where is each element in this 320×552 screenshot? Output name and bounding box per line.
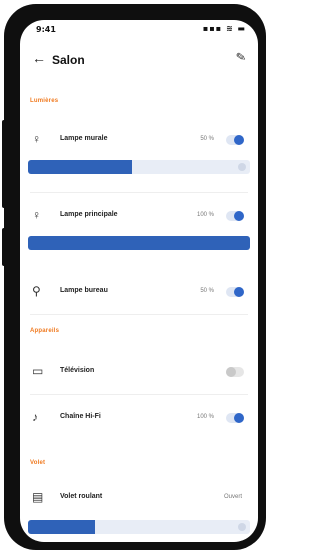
desk-lamp-icon: ⚲	[32, 284, 41, 298]
device-toggle[interactable]	[226, 367, 244, 377]
status-icons: ▪▪▪ ≋ ▬	[202, 24, 246, 33]
device-label: Lampe bureau	[60, 287, 108, 294]
phone-frame: 9:41 ▪▪▪ ≋ ▬ ← Salon ✎ Lumières ♀ Lampe …	[4, 4, 266, 550]
lightbulb-icon: ♀	[32, 132, 41, 146]
device-row-volet-roulant[interactable]: ▤ Volet roulant Ouvert	[20, 484, 258, 514]
tv-icon: ▭	[32, 364, 44, 378]
device-label: Lampe murale	[60, 135, 108, 142]
device-row-television[interactable]: ▭ Télévision	[20, 358, 258, 388]
section-heading-devices: Appareils	[30, 328, 60, 334]
screen: 9:41 ▪▪▪ ≋ ▬ ← Salon ✎ Lumières ♀ Lampe …	[20, 20, 258, 542]
speaker-icon: ♪	[32, 410, 38, 424]
device-value: 100 %	[196, 212, 214, 218]
toggle-knob	[234, 287, 244, 297]
side-button	[2, 120, 6, 208]
device-toggle[interactable]	[226, 135, 244, 145]
brightness-slider-lampe-murale[interactable]	[28, 160, 250, 174]
device-value: 100 %	[196, 414, 214, 420]
section-heading-lights: Lumières	[30, 98, 59, 104]
lightbulb-icon: ♀	[32, 208, 41, 222]
slider-end	[238, 523, 246, 531]
shutter-icon: ▤	[32, 490, 44, 504]
section-heading-blinds: Volet	[30, 460, 46, 466]
slider-end	[238, 163, 246, 171]
divider	[30, 192, 248, 193]
slider-fill	[28, 160, 133, 174]
device-value: 50 %	[200, 136, 214, 142]
device-label: Volet roulant	[60, 493, 103, 500]
device-label: Lampe principale	[60, 211, 118, 218]
device-toggle[interactable]	[226, 211, 244, 221]
slider-fill	[28, 520, 95, 534]
toggle-knob	[234, 413, 244, 423]
device-row-chaine-hifi[interactable]: ♪ Chaîne Hi-Fi 100 %	[20, 404, 258, 434]
back-arrow-icon[interactable]: ←	[32, 50, 46, 66]
device-toggle[interactable]	[226, 287, 244, 297]
status-bar: 9:41 ▪▪▪ ≋ ▬	[20, 20, 258, 42]
toggle-knob	[226, 367, 236, 377]
header: ← Salon ✎	[20, 46, 258, 76]
device-label: Télévision	[60, 367, 95, 374]
device-toggle[interactable]	[226, 413, 244, 423]
device-value: 50 %	[200, 288, 214, 294]
toggle-knob	[234, 211, 244, 221]
device-row-lampe-principale[interactable]: ♀ Lampe principale 100 %	[20, 202, 258, 232]
side-button	[2, 228, 6, 266]
device-status: Ouvert	[223, 494, 242, 500]
device-row-lampe-bureau[interactable]: ⚲ Lampe bureau 50 %	[20, 278, 258, 308]
page-title: Salon	[52, 53, 85, 67]
device-label: Chaîne Hi-Fi	[60, 413, 101, 420]
toggle-knob	[234, 135, 244, 145]
device-row-lampe-murale[interactable]: ♀ Lampe murale 50 %	[20, 126, 258, 156]
brightness-slider-lampe-principale[interactable]	[28, 236, 250, 250]
divider	[30, 314, 248, 315]
slider-fill	[28, 236, 250, 250]
shutter-slider[interactable]	[28, 520, 250, 534]
status-time: 9:41	[36, 25, 56, 34]
edit-pencil-icon[interactable]: ✎	[235, 49, 247, 65]
divider	[30, 394, 248, 395]
